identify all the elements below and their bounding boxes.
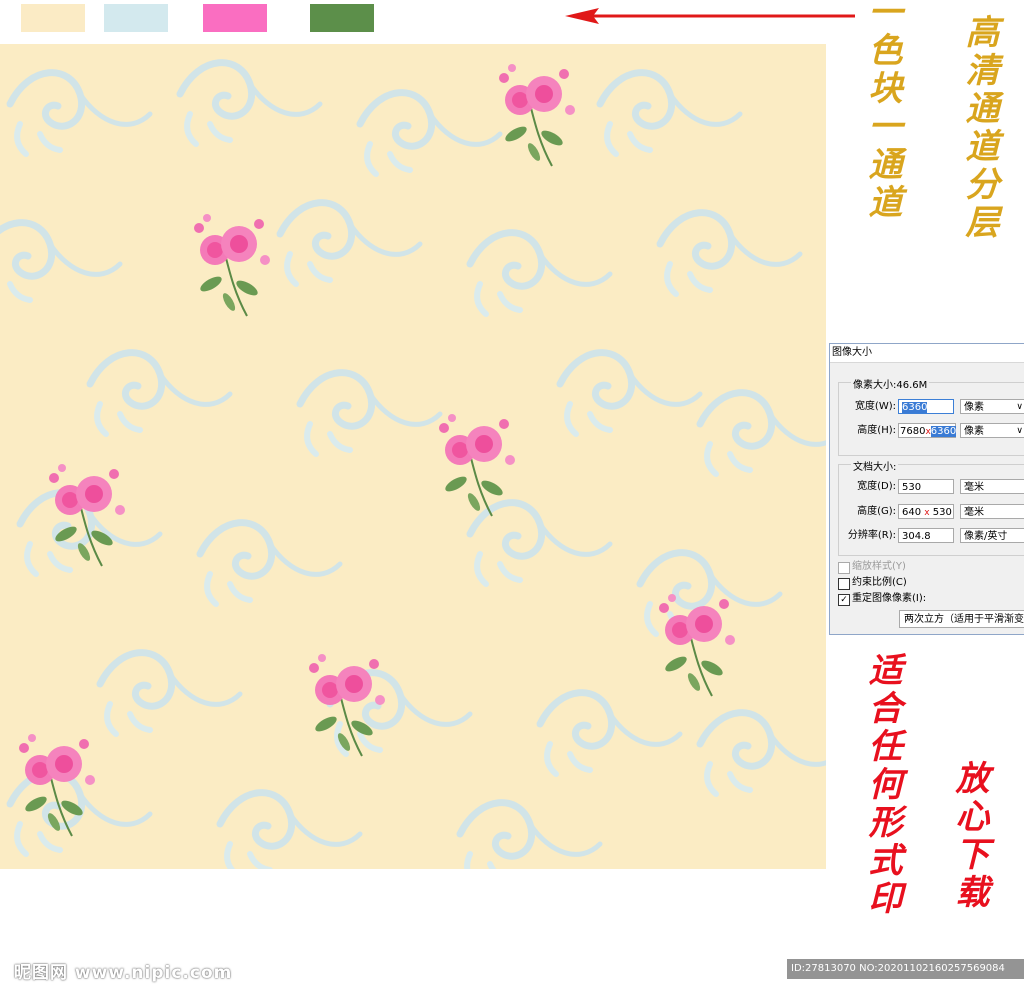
document-size-label: 文档大小: xyxy=(851,458,899,473)
image-size-dialog: 图像大小 像素大小:46.6M 宽度(W): 6360 像素 ∨ 高度(H): 7… xyxy=(829,343,1024,635)
red-arrow xyxy=(565,8,855,24)
any-print-text: 适合任何形式印 xyxy=(862,652,902,918)
swatch-light-blue xyxy=(104,4,168,32)
height-input[interactable]: 7680x6360 xyxy=(898,423,957,438)
doc-height-unit-select[interactable]: 毫米 xyxy=(960,504,1024,519)
swatch-pink xyxy=(203,4,267,32)
pixel-dimensions-label: 像素大小:46.6M xyxy=(851,376,930,391)
width-row: 宽度(W): 6360 像素 ∨ xyxy=(830,398,1024,416)
doc-height-label: 高度(G): xyxy=(857,506,896,517)
scale-styles-checkbox[interactable] xyxy=(838,562,850,574)
height-label: 高度(H): xyxy=(857,425,896,436)
doc-height-input[interactable]: 640 x 530 xyxy=(898,504,954,519)
doc-width-input[interactable]: 530 xyxy=(898,479,954,494)
hd-channel-layers-text: 高清通道分层 xyxy=(959,14,999,242)
doc-width-row: 宽度(D): 530 毫米 xyxy=(830,478,1024,496)
width-unit-select[interactable]: 像素 ∨ xyxy=(960,399,1024,414)
resample-method-select[interactable]: 两次立方（适用于平滑渐变 xyxy=(899,610,1024,628)
width-label: 宽度(W): xyxy=(854,401,896,412)
width-input[interactable]: 6360 xyxy=(898,399,954,414)
resolution-row: 分辨率(R): 304.8 像素/英寸 xyxy=(830,527,1024,545)
pattern-art xyxy=(0,44,826,869)
chevron-down-icon: ∨ xyxy=(1016,402,1023,412)
resolution-unit-select[interactable]: 像素/英寸 xyxy=(960,528,1024,543)
constrain-checkbox[interactable] xyxy=(838,578,850,590)
image-id-bar: ID:27813070 NO:20201102160257569084 xyxy=(787,959,1024,979)
swatch-green xyxy=(310,4,374,32)
doc-height-row: 高度(G): 640 x 530 毫米 xyxy=(830,503,1024,521)
resolution-label: 分辨率(R): xyxy=(847,530,896,541)
swatch-cream xyxy=(21,4,85,32)
resolution-input[interactable]: 304.8 xyxy=(898,528,954,543)
nipic-watermark: 昵图网 www.nipic.com xyxy=(14,963,233,983)
doc-width-label: 宽度(D): xyxy=(857,481,896,492)
floral-pattern xyxy=(0,44,826,869)
download-text: 放心下载 xyxy=(949,760,989,912)
chevron-down-icon: ∨ xyxy=(1016,426,1023,436)
doc-width-unit-select[interactable]: 毫米 xyxy=(960,479,1024,494)
dialog-title: 图像大小 xyxy=(830,344,1024,363)
resample-label: 重定图像像素(I): xyxy=(852,593,927,604)
height-unit-select[interactable]: 像素 ∨ xyxy=(960,423,1024,438)
height-row: 高度(H): 7680x6360 像素 ∨ xyxy=(830,422,1024,440)
single-color-channel-text: 一色块一通道 xyxy=(862,0,902,222)
resample-checkbox[interactable]: ✓ xyxy=(838,594,850,606)
pixel-dimensions-group: 像素大小:46.6M xyxy=(838,376,1024,456)
